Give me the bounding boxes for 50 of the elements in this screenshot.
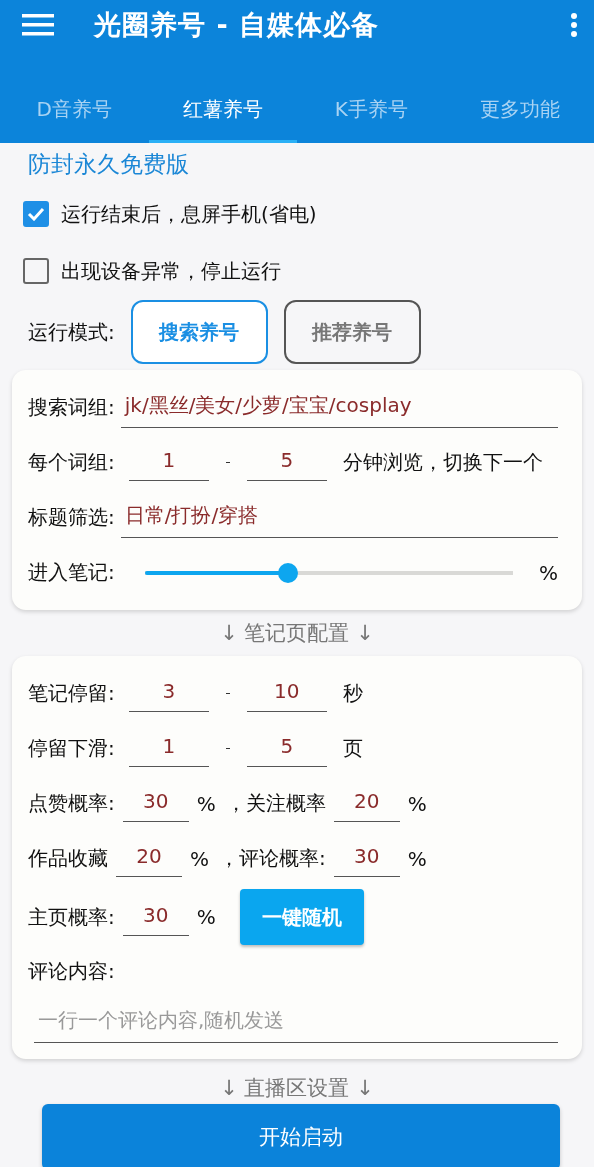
field-label: %	[190, 846, 209, 871]
slider-thumb[interactable]	[278, 562, 299, 583]
input-field[interactable]: jk/黑丝/美女/少萝/宝宝/cosplay	[120, 387, 558, 428]
field-label: 作品收藏	[28, 845, 108, 872]
start-button[interactable]: 开始启动	[42, 1104, 560, 1167]
field-label: 停留下滑:	[28, 735, 115, 762]
checkbox[interactable]	[23, 258, 49, 284]
mode-label: 运行模式:	[28, 318, 115, 346]
check-icon	[27, 207, 45, 221]
input-field[interactable]: 1	[128, 444, 209, 481]
mode-button[interactable]: 推荐养号	[283, 300, 421, 364]
input-field[interactable]: 5	[246, 730, 327, 767]
input-field[interactable]: 5	[246, 444, 327, 481]
field-label: %	[407, 791, 427, 816]
input-field[interactable]: 3	[128, 675, 209, 712]
input-field[interactable]: 30	[333, 840, 400, 877]
checkbox[interactable]	[23, 201, 49, 227]
field-label: %	[196, 791, 216, 816]
app-title: 光圈养号 - 自媒体必备	[94, 8, 380, 42]
field-label: 点赞概率:	[28, 790, 115, 817]
input-field[interactable]: 1	[128, 730, 209, 767]
input-field[interactable]: 10	[246, 675, 327, 712]
field-label: 评论内容:	[28, 957, 115, 985]
field-label: ，评论概率:	[219, 845, 326, 872]
more-icon[interactable]	[570, 13, 578, 37]
field-label: %	[539, 560, 558, 585]
field-label: 分钟浏览，切换下一个	[342, 449, 543, 476]
field-label: 主页概率:	[28, 903, 115, 931]
tab[interactable]: 红薯养号	[148, 78, 297, 143]
input-field[interactable]: 日常/打扮/穿搭	[120, 497, 558, 538]
checkbox-label: 运行结束后，息屏手机(省电)	[61, 200, 317, 228]
field-label: 秒	[342, 680, 363, 707]
input-field[interactable]: 20	[333, 785, 400, 822]
section-title: ↓ 直播区设置 ↓	[219, 1075, 375, 1102]
menu-icon[interactable]	[22, 14, 54, 36]
input-field[interactable]: 30	[122, 785, 189, 822]
field-label: ，关注概率	[225, 790, 326, 817]
input-field[interactable]: 30	[122, 898, 189, 936]
section-title: ↓ 笔记页配置 ↓	[219, 620, 375, 647]
field-label: %	[407, 846, 427, 871]
field-label: 搜索词组:	[28, 394, 115, 421]
field-label: 每个词组:	[28, 449, 115, 476]
field-label: 笔记停留:	[28, 680, 115, 707]
field-label: %	[196, 905, 216, 929]
edition-label: 防封永久免费版	[28, 150, 189, 179]
field-label: 进入笔记:	[28, 559, 115, 586]
field-label: 标题筛选:	[28, 504, 115, 531]
input-field[interactable]: 20	[116, 840, 182, 877]
checkbox-label: 出现设备异常，停止运行	[61, 257, 281, 285]
field-label: 页	[342, 735, 363, 762]
